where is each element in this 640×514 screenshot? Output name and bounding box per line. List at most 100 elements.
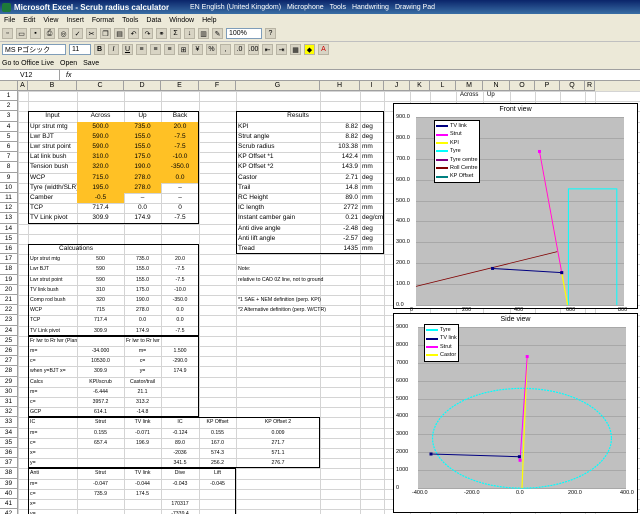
row-header-3[interactable]: 3: [0, 111, 18, 122]
row-header-7[interactable]: 7: [0, 152, 18, 163]
function-icon[interactable]: fx: [66, 72, 71, 79]
spell-icon[interactable]: ✓: [72, 28, 83, 39]
font-select[interactable]: MS Pゴシック: [2, 44, 66, 55]
column-header-f[interactable]: F: [199, 81, 236, 91]
row-header-32[interactable]: 32: [0, 407, 18, 418]
front-view-chart[interactable]: Front view 900.0 800.0 700.0 600.0 500.0 400.0…: [393, 103, 638, 313]
column-header-g[interactable]: G: [236, 81, 320, 91]
preview-icon[interactable]: ◎: [58, 28, 69, 39]
increase-indent-icon[interactable]: ⇥: [276, 44, 287, 55]
bold-icon[interactable]: B: [94, 44, 105, 55]
zoom-select[interactable]: 100%: [226, 28, 262, 39]
column-header-r[interactable]: R: [585, 81, 595, 91]
language-bar-tools[interactable]: Tools: [330, 4, 346, 11]
row-header-2[interactable]: 2: [0, 101, 18, 112]
autosum-icon[interactable]: Σ: [170, 28, 181, 39]
row-header-10[interactable]: 10: [0, 182, 18, 193]
chart-wizard-icon[interactable]: ▥: [198, 28, 209, 39]
align-left-icon[interactable]: ≡: [136, 44, 147, 55]
row-header-17[interactable]: 17: [0, 254, 18, 265]
row-header-36[interactable]: 36: [0, 448, 18, 459]
decrease-decimal-icon[interactable]: .00: [248, 44, 259, 55]
column-header-n[interactable]: N: [483, 81, 510, 91]
row-header-35[interactable]: 35: [0, 437, 18, 448]
column-header-m[interactable]: M: [456, 81, 483, 91]
row-header-4[interactable]: 4: [0, 121, 18, 132]
row-header-19[interactable]: 19: [0, 274, 18, 285]
drawing-icon[interactable]: ✎: [212, 28, 223, 39]
row-header-30[interactable]: 30: [0, 386, 18, 397]
row-header-33[interactable]: 33: [0, 417, 18, 428]
row-header-27[interactable]: 27: [0, 356, 18, 367]
row-header-9[interactable]: 9: [0, 172, 18, 183]
row-header-25[interactable]: 25: [0, 335, 18, 346]
column-header-i[interactable]: I: [360, 81, 384, 91]
currency-icon[interactable]: ¥: [192, 44, 203, 55]
column-header-l[interactable]: L: [430, 81, 456, 91]
language-bar-language[interactable]: EN English (United Kingdom): [190, 4, 281, 11]
percent-icon[interactable]: %: [206, 44, 217, 55]
copy-icon[interactable]: ❐: [100, 28, 111, 39]
merge-icon[interactable]: ⊞: [178, 44, 189, 55]
font-size-select[interactable]: 11: [69, 44, 91, 55]
row-header-29[interactable]: 29: [0, 376, 18, 387]
underline-icon[interactable]: U: [122, 44, 133, 55]
column-header-q[interactable]: Q: [560, 81, 585, 91]
redo-icon[interactable]: ↷: [142, 28, 153, 39]
row-header-12[interactable]: 12: [0, 203, 18, 214]
print-icon[interactable]: ⎙: [44, 28, 55, 39]
row-header-42[interactable]: 42: [0, 509, 18, 514]
row-header-37[interactable]: 37: [0, 458, 18, 469]
save-icon[interactable]: ▪: [30, 28, 41, 39]
language-bar-microphone[interactable]: Microphone: [287, 4, 324, 11]
menu-edit[interactable]: Edit: [23, 17, 35, 24]
menu-insert[interactable]: Insert: [66, 17, 84, 24]
row-header-16[interactable]: 16: [0, 244, 18, 255]
row-header-41[interactable]: 41: [0, 499, 18, 510]
fill-color-icon[interactable]: ◆: [304, 44, 315, 55]
row-header-14[interactable]: 14: [0, 223, 18, 234]
decrease-indent-icon[interactable]: ⇤: [262, 44, 273, 55]
row-header-28[interactable]: 28: [0, 366, 18, 377]
menu-help[interactable]: Help: [202, 17, 216, 24]
hyperlink-icon[interactable]: ⚭: [156, 28, 167, 39]
row-header-11[interactable]: 11: [0, 193, 18, 204]
column-header-a[interactable]: A: [18, 81, 28, 91]
menu-view[interactable]: View: [43, 17, 58, 24]
column-header-j[interactable]: J: [384, 81, 410, 91]
open-icon[interactable]: ▭: [16, 28, 27, 39]
row-header-21[interactable]: 21: [0, 295, 18, 306]
side-view-chart[interactable]: Side view 9000 8000 7000 6000 5000 4000 3000 200…: [393, 313, 638, 513]
menu-window[interactable]: Window: [169, 17, 194, 24]
menu-format[interactable]: Format: [92, 17, 114, 24]
row-header-34[interactable]: 34: [0, 427, 18, 438]
select-all-corner[interactable]: [0, 81, 18, 91]
paste-icon[interactable]: ▤: [114, 28, 125, 39]
result-note[interactable]: *1 SAE + NEM definition (perp. KPI): [236, 295, 384, 305]
row-header-18[interactable]: 18: [0, 264, 18, 275]
row-header-40[interactable]: 40: [0, 488, 18, 499]
row-header-8[interactable]: 8: [0, 162, 18, 173]
cut-icon[interactable]: ✂: [86, 28, 97, 39]
row-header-39[interactable]: 39: [0, 478, 18, 489]
menu-data[interactable]: Data: [146, 17, 161, 24]
office-live-button[interactable]: Go to Office Live: [2, 60, 54, 67]
column-header-d[interactable]: D: [124, 81, 161, 91]
row-header-20[interactable]: 20: [0, 284, 18, 295]
comma-icon[interactable]: ,: [220, 44, 231, 55]
result-note[interactable]: Note:: [236, 264, 384, 274]
row-header-31[interactable]: 31: [0, 397, 18, 408]
result-note[interactable]: relative to CAD 0Z line, not to ground: [236, 275, 384, 285]
column-header-e[interactable]: E: [161, 81, 199, 91]
row-header-38[interactable]: 38: [0, 468, 18, 479]
menu-tools[interactable]: Tools: [122, 17, 138, 24]
column-header-b[interactable]: B: [28, 81, 77, 91]
italic-icon[interactable]: I: [108, 44, 119, 55]
column-header-o[interactable]: O: [510, 81, 535, 91]
undo-icon[interactable]: ↶: [128, 28, 139, 39]
align-right-icon[interactable]: ≡: [164, 44, 175, 55]
borders-icon[interactable]: ▦: [290, 44, 301, 55]
row-header-22[interactable]: 22: [0, 305, 18, 316]
increase-decimal-icon[interactable]: .0: [234, 44, 245, 55]
language-bar-handwriting[interactable]: Handwriting: [352, 4, 389, 11]
